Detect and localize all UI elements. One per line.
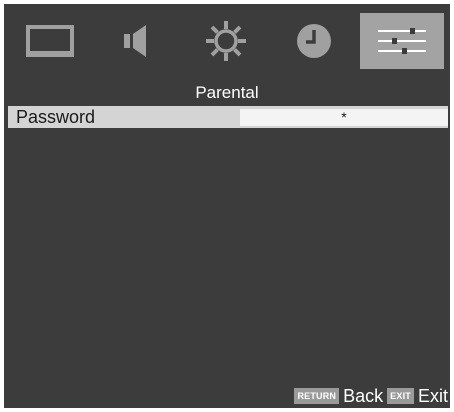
tab-sound[interactable] (96, 13, 180, 69)
menu-tab-bar (4, 4, 450, 78)
exit-label: Exit (417, 386, 448, 406)
tab-parental[interactable] (360, 13, 444, 69)
password-field[interactable]: * (240, 109, 448, 126)
tab-setup[interactable] (184, 13, 268, 69)
sliders-icon (378, 28, 426, 54)
password-row[interactable]: Password * (8, 106, 448, 128)
gear-icon (206, 21, 246, 61)
footer-hints: RETURN Back EXIT Exit (294, 386, 448, 406)
password-label: Password (16, 107, 96, 127)
clock-icon (297, 24, 331, 58)
return-key-badge[interactable]: RETURN (294, 388, 340, 404)
speaker-icon (124, 25, 146, 57)
section-title: Parental (195, 83, 259, 102)
exit-key-badge[interactable]: EXIT (387, 388, 414, 404)
tab-time[interactable] (272, 13, 356, 69)
back-label: Back (343, 386, 384, 406)
monitor-icon (26, 25, 74, 57)
tv-menu-screen: Parental Password * RETURN Back EXIT Exi… (4, 4, 450, 408)
tab-picture[interactable] (8, 13, 92, 69)
